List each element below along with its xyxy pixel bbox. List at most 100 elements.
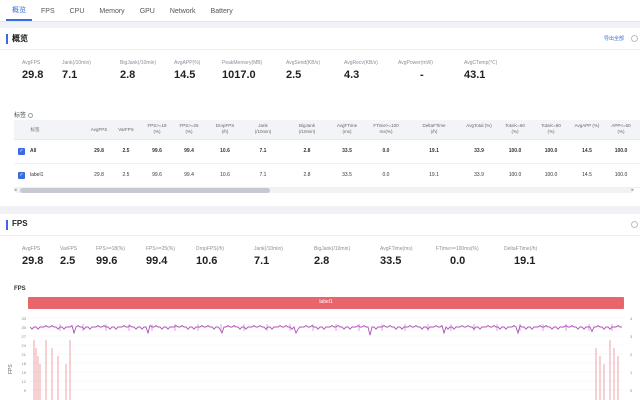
stat-value: 10.6 xyxy=(196,255,218,267)
table-cell: 33.5 xyxy=(342,148,352,154)
fps-stat: DropFPS(/h) 10.6 xyxy=(196,246,224,267)
table-row[interactable]: ✓ All 29.8 2.5 99.6 99.4 10.6 7.1 2.8 33… xyxy=(14,140,640,164)
y-tick-label: 18 xyxy=(22,361,27,366)
stat-value: 4.3 xyxy=(344,69,360,81)
y-tick-label: 24 xyxy=(22,343,27,348)
table-cell: 33.9 xyxy=(474,148,484,154)
collapse-icon[interactable] xyxy=(631,35,638,42)
tab-network[interactable]: Network xyxy=(164,8,202,21)
tab-memory[interactable]: Memory xyxy=(93,8,130,21)
y-tick-label: 30 xyxy=(22,325,27,330)
y-tick-label: 27 xyxy=(22,334,27,339)
column-header: FPS>=25 (%) xyxy=(179,123,199,134)
table-cell: 99.6 xyxy=(152,172,162,178)
table-cell: 100.0 xyxy=(544,172,558,178)
y2-tick-label: 0 xyxy=(630,388,633,393)
fps-header: FPS xyxy=(0,214,640,236)
column-header: FTime>=100 ms(%) xyxy=(373,123,399,134)
column-header: FPS>=18 (%) xyxy=(147,123,167,134)
overview-card: 概览 导出全部 AvgFPS 29.8 Jank(/10min) 7.1 Big… xyxy=(0,28,640,206)
section-accent xyxy=(6,220,8,230)
stat-label: Jank(/10min) xyxy=(62,60,91,66)
horizontal-scrollbar[interactable]: ◂ ▸ xyxy=(14,188,634,193)
stat-label: BigJank(/10min) xyxy=(314,246,351,252)
tab-fps[interactable]: FPS xyxy=(35,8,61,21)
column-header: BigJank (/10min) xyxy=(298,123,316,134)
fps-stat: BigJank(/10min) 2.8 xyxy=(314,246,350,267)
stat-value: 14.5 xyxy=(174,69,196,81)
overview-stat: BigJank(/10min) 2.8 xyxy=(120,60,156,81)
stat-label: AvgCTemp(℃) xyxy=(464,60,498,66)
stat-label: DeltaFTime(/h) xyxy=(504,246,538,252)
table-cell: 29.8 xyxy=(94,148,104,154)
stat-value: 29.8 xyxy=(22,255,44,267)
y-axis-label: FPS xyxy=(8,364,14,374)
table-cell: 10.6 xyxy=(220,148,230,154)
stat-label: DropFPS(/h) xyxy=(196,246,225,252)
stat-label: AvgPower(mW) xyxy=(398,60,433,66)
detail-label-text: 标签 xyxy=(14,113,27,119)
column-header: AvgFPS xyxy=(90,127,108,132)
stat-value: - xyxy=(420,69,424,81)
detail-label: 标签 xyxy=(14,110,34,119)
table-cell: 100.0 xyxy=(614,172,628,178)
tab-gpu[interactable]: GPU xyxy=(134,8,161,21)
fps-stat: AvgFPS 29.8 xyxy=(22,246,43,267)
scrollbar-thumb[interactable] xyxy=(20,188,270,193)
table-cell: 10.6 xyxy=(220,172,230,178)
stat-label: FPS>=18(%) xyxy=(96,246,125,252)
overview-stat: AvgAPP(%) 14.5 xyxy=(174,60,200,81)
checkbox-checked-icon[interactable]: ✓ xyxy=(18,148,25,155)
stat-value: 99.4 xyxy=(146,255,168,267)
tab-overview[interactable]: 概览 xyxy=(6,5,32,21)
tab-bar: 概览 FPS CPU Memory GPU Network Battery xyxy=(0,0,640,22)
checkbox-checked-icon[interactable]: ✓ xyxy=(18,172,25,179)
table-cell: 2.8 xyxy=(303,172,311,178)
fps-chart[interactable]: 3330272421181512943210FPS xyxy=(0,312,640,400)
fps-stat: DeltaFTime(/h) 19.1 xyxy=(504,246,537,267)
table-cell: 33.9 xyxy=(474,172,484,178)
y-tick-label: 21 xyxy=(22,352,27,357)
y-tick-label: 15 xyxy=(22,370,27,375)
stat-value: 2.5 xyxy=(286,69,302,81)
scroll-left-icon[interactable]: ◂ xyxy=(14,188,17,193)
overview-title: 概览 xyxy=(12,34,28,43)
stat-value: 2.5 xyxy=(60,255,76,267)
column-header: DropFPS (/h) xyxy=(215,123,235,134)
stat-label: Jank(/10min) xyxy=(254,246,283,252)
fps-title: FPS xyxy=(12,219,28,228)
overview-stat: PeakMemory(MB) 1017.0 xyxy=(222,60,262,81)
stat-value: 7.1 xyxy=(254,255,270,267)
table-header: 标签 AvgFPS VarFPS FPS>=18 (%) FPS>=25 (%)… xyxy=(14,120,640,140)
stat-label: AvgAPP(%) xyxy=(174,60,201,66)
table-cell: 100.0 xyxy=(508,172,522,178)
fps-card: FPS AvgFPS 29.8 VarFPS 2.5 FPS>=18(%) 99… xyxy=(0,214,640,400)
table-cell: 19.1 xyxy=(429,172,439,178)
export-all-link[interactable]: 导出全部 xyxy=(604,35,624,42)
table-row[interactable]: ✓ label1 29.8 2.5 99.6 99.4 10.6 7.1 2.8… xyxy=(14,164,640,188)
overview-stat: AvgCTemp(℃) 43.1 xyxy=(464,60,497,81)
table-cell: 99.4 xyxy=(184,148,194,154)
table-cell: 100.0 xyxy=(614,148,628,154)
section-accent xyxy=(6,34,8,44)
fps-stat: Jank(/10min) 7.1 xyxy=(254,246,283,267)
stat-value: 99.6 xyxy=(96,255,118,267)
info-icon[interactable] xyxy=(28,112,34,118)
table-cell: 99.4 xyxy=(184,172,194,178)
table-cell: 100.0 xyxy=(544,148,558,154)
legend-label: label1 xyxy=(319,299,333,305)
scroll-right-icon[interactable]: ▸ xyxy=(631,188,634,193)
series-legend[interactable]: label1 xyxy=(28,297,624,309)
row-label: All xyxy=(30,148,37,154)
column-header: AvgTotal (%) xyxy=(466,123,492,128)
column-header: Jank (/10min) xyxy=(254,123,272,134)
tab-battery[interactable]: Battery xyxy=(205,8,239,21)
fps-stat: FPS>=25(%) 99.4 xyxy=(146,246,175,267)
column-header: 标签 xyxy=(30,127,40,132)
overview-header: 概览 导出全部 xyxy=(0,28,640,50)
stat-label: FPS>=25(%) xyxy=(146,246,175,252)
stat-label: PeakMemory(MB) xyxy=(222,60,263,66)
tab-cpu[interactable]: CPU xyxy=(64,8,91,21)
collapse-icon[interactable] xyxy=(631,221,638,228)
stat-label: AvgFPS xyxy=(22,60,41,66)
